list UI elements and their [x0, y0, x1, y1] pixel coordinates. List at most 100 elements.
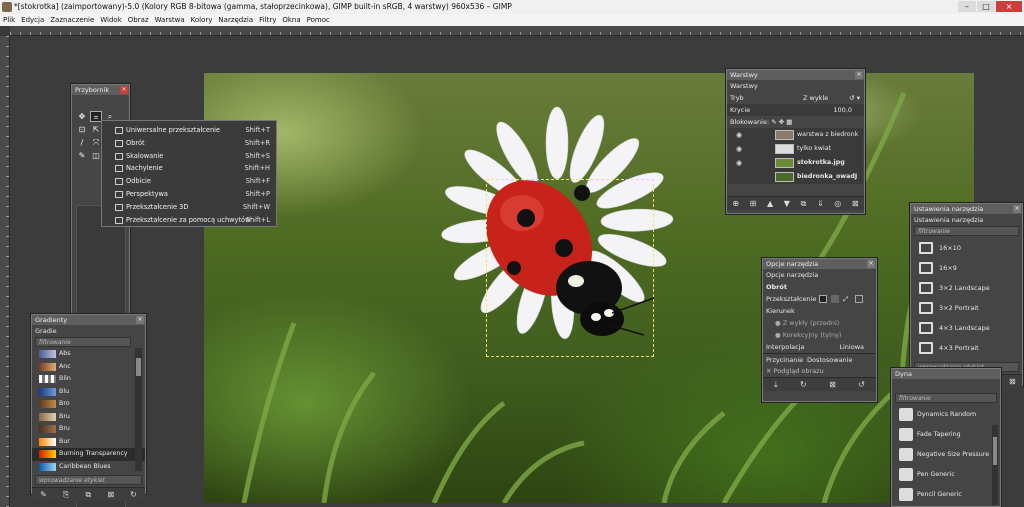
- gradient-item[interactable]: Bro: [32, 398, 145, 411]
- restore-options-icon[interactable]: ↻: [800, 380, 807, 389]
- gradients-scrollbar[interactable]: [135, 348, 142, 471]
- dynamics-filter-input[interactable]: filtrowanie: [895, 393, 997, 403]
- reset-options-icon[interactable]: ↺: [858, 380, 865, 389]
- layers-title-bar[interactable]: Warstwy ×: [727, 70, 864, 80]
- menu-pomoc[interactable]: Pomoc: [307, 16, 330, 24]
- duplicate-gradient-icon[interactable]: ⧉: [85, 490, 91, 500]
- delete-options-icon[interactable]: ⊠: [829, 380, 836, 389]
- preview-checkbox[interactable]: ✕ Podgląd obrazu: [763, 365, 876, 377]
- transform-image-icon[interactable]: [855, 295, 863, 303]
- gradients-filter-input[interactable]: filtrowanie: [35, 337, 131, 347]
- mode-select[interactable]: Z wykle: [803, 92, 828, 104]
- menu-item-scale[interactable]: Skalowanie Shift+S: [102, 150, 276, 163]
- new-layer-icon[interactable]: ⊕: [732, 199, 739, 208]
- menu-edycja[interactable]: Edycja: [21, 16, 44, 24]
- horizontal-ruler[interactable]: [10, 26, 1024, 36]
- gradient-item[interactable]: Blu: [32, 386, 145, 399]
- visibility-eye-icon[interactable]: ◉: [736, 159, 746, 167]
- direction-corrective-radio[interactable]: ● Korekcyjny (tylny): [763, 329, 876, 341]
- gradient-item[interactable]: Abs: [32, 348, 145, 361]
- transform-selection-icon[interactable]: [831, 295, 839, 303]
- opacity-value[interactable]: 100,0: [833, 104, 852, 116]
- direction-normal-radio[interactable]: ● Z wykły (przedni): [763, 317, 876, 329]
- menu-item-perspective[interactable]: Perspektywa Shift+P: [102, 188, 276, 201]
- tool-presets-tab[interactable]: Ustawienia narzędzia: [911, 214, 1022, 226]
- preset-item[interactable]: 4×3 Portrait: [911, 338, 1022, 358]
- crop-tool-icon[interactable]: ⊡: [76, 124, 88, 135]
- dynamics-item[interactable]: Pencil Generic: [892, 485, 1000, 505]
- dynamics-item[interactable]: Fade Tapering: [892, 425, 1000, 445]
- raise-layer-icon[interactable]: ▲: [767, 199, 773, 208]
- save-options-icon[interactable]: ⤓: [774, 380, 778, 390]
- layer-row[interactable]: biedronka_owadJ: [728, 170, 863, 184]
- interpolation-row[interactable]: Interpolacja Liniowa: [763, 341, 876, 353]
- menu-obraz[interactable]: Obraz: [128, 16, 149, 24]
- close-button[interactable]: ×: [996, 1, 1022, 12]
- minimize-button[interactable]: –: [958, 1, 976, 12]
- layer-row[interactable]: ◉ tylko kwiat: [728, 142, 863, 156]
- menu-item-rotate[interactable]: Obrót Shift+R: [102, 137, 276, 150]
- tool-presets-title-bar[interactable]: Ustawienia narzędzia ×: [911, 204, 1022, 214]
- tool-options-tab[interactable]: Opcje narzędzia: [763, 269, 876, 281]
- menu-item-flip[interactable]: Odbicie Shift+F: [102, 175, 276, 188]
- gradient-item[interactable]: Caribbean Blues: [32, 461, 145, 474]
- clipping-select[interactable]: Dostosowanie: [807, 354, 852, 365]
- preset-item[interactable]: 3×2 Portrait: [911, 298, 1022, 318]
- transform-layer-icon[interactable]: [819, 295, 827, 303]
- tool-options-title-bar[interactable]: Opcje narzędzia ×: [763, 259, 876, 269]
- preset-item[interactable]: 16×10: [911, 238, 1022, 258]
- merge-down-icon[interactable]: ⇓: [817, 199, 824, 208]
- toolbox-close-icon[interactable]: ×: [120, 86, 128, 94]
- lower-layer-icon[interactable]: ▼: [784, 199, 790, 208]
- menu-kolory[interactable]: Kolory: [191, 16, 213, 24]
- tool-options-close-icon[interactable]: ×: [867, 260, 875, 268]
- refresh-gradients-icon[interactable]: ↻: [130, 490, 137, 499]
- layers-close-icon[interactable]: ×: [855, 71, 863, 79]
- dynamics-item[interactable]: Negative Size Pressure: [892, 445, 1000, 465]
- menu-okna[interactable]: Okna: [282, 16, 300, 24]
- menu-filtry[interactable]: Filtry: [259, 16, 276, 24]
- menu-item-handle-transform[interactable]: Przekształcenie za pomocą uchwytów Shift+…: [102, 214, 276, 227]
- gradients-tag-input[interactable]: wprowadzanie etykiet: [35, 475, 142, 485]
- gradient-item-selected[interactable]: Burning Transparency: [32, 448, 145, 461]
- visibility-eye-icon[interactable]: ◉: [736, 131, 746, 139]
- mode-reset-icon[interactable]: ↺ ▾: [849, 92, 860, 104]
- layers-tab[interactable]: Warstwy: [727, 80, 864, 92]
- toolbox-title-bar[interactable]: Przybornik ×: [72, 85, 129, 95]
- gradient-item[interactable]: Bru: [32, 423, 145, 436]
- vertical-ruler[interactable]: [0, 36, 10, 507]
- menu-item-unified-transform[interactable]: Uniwersalne przekształcenie Shift+T: [102, 124, 276, 137]
- delete-layer-icon[interactable]: ⊠: [852, 199, 859, 208]
- dynamics-item[interactable]: Dynamics Random: [892, 405, 1000, 425]
- maximize-button[interactable]: □: [977, 1, 995, 12]
- tool-presets-filter-input[interactable]: filtrowanie: [914, 226, 1019, 236]
- gradient-item[interactable]: Bur: [32, 436, 145, 449]
- tool-presets-close-icon[interactable]: ×: [1013, 205, 1021, 213]
- menu-item-shear[interactable]: Nachylenie Shift+H: [102, 162, 276, 175]
- menu-plik[interactable]: Plik: [3, 16, 15, 24]
- duplicate-layer-icon[interactable]: ⧉: [801, 199, 807, 209]
- preset-item[interactable]: 16×9: [911, 258, 1022, 278]
- layer-row[interactable]: ◉ stokrotka.jpg: [728, 156, 863, 170]
- menu-item-3d-transform[interactable]: Przekształcenie 3D Shift+W: [102, 201, 276, 214]
- gradients-close-icon[interactable]: ×: [136, 316, 144, 324]
- menu-warstwa[interactable]: Warstwa: [155, 16, 185, 24]
- dynamics-title-bar[interactable]: Dyna: [892, 369, 1000, 379]
- close-presets-icon[interactable]: ⊠: [1009, 377, 1016, 386]
- ruler-corner[interactable]: [0, 26, 10, 36]
- pencil-tool-icon[interactable]: ✎: [76, 150, 88, 161]
- layer-row[interactable]: ◉ warstwa z biedronk: [728, 128, 863, 142]
- selection-marquee[interactable]: [486, 179, 654, 357]
- gradients-tab[interactable]: Gradie: [32, 325, 145, 337]
- menu-widok[interactable]: Widok: [100, 16, 122, 24]
- layers-opacity-row[interactable]: Krycie 100,0: [727, 104, 864, 116]
- gradient-item[interactable]: Blin: [32, 373, 145, 386]
- move-tool-icon[interactable]: ✥: [76, 111, 88, 122]
- scroll-thumb[interactable]: [993, 437, 997, 465]
- edit-gradient-icon[interactable]: ✎: [40, 490, 47, 499]
- preset-item[interactable]: 4×3 Landscape: [911, 318, 1022, 338]
- gradient-item[interactable]: Anc: [32, 361, 145, 374]
- visibility-eye-icon[interactable]: ◉: [736, 145, 746, 153]
- menu-zaznaczenie[interactable]: Zaznaczenie: [50, 16, 94, 24]
- dynamics-item[interactable]: Pen Generic: [892, 465, 1000, 485]
